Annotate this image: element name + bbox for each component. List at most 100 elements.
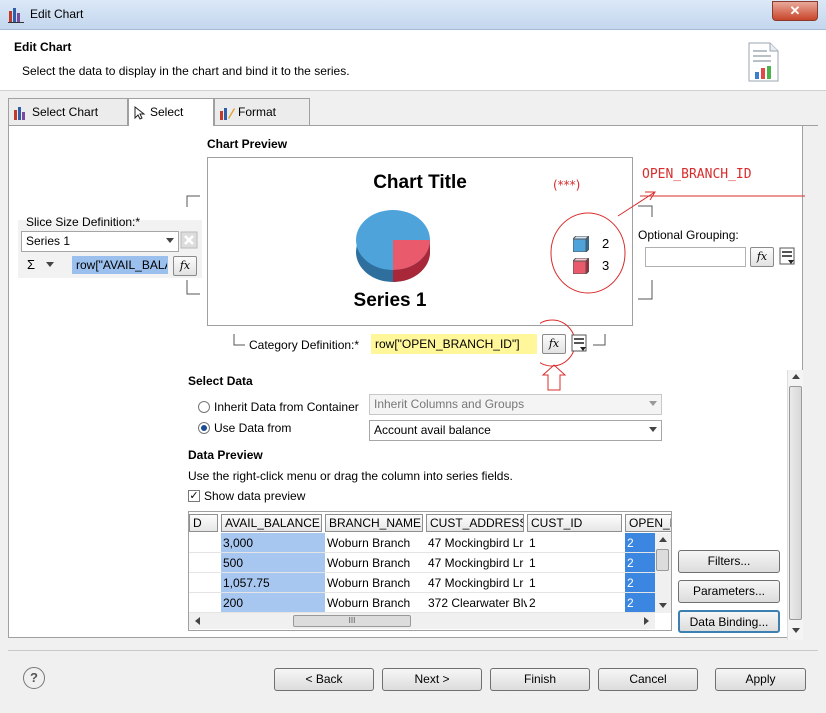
series-select[interactable]: Series 1 [21, 231, 179, 252]
panel-vscrollbar[interactable] [787, 370, 803, 640]
tab-select-data[interactable]: Select Data [128, 98, 214, 145]
wizard-header: Edit Chart Select the data to display in… [0, 30, 826, 91]
category-fx-button[interactable]: fx [542, 334, 566, 354]
tab-format-chart[interactable]: Format Chart [214, 98, 310, 145]
table-cell [189, 593, 221, 613]
table-cell: 2 [625, 553, 655, 573]
back-button[interactable]: < Back [274, 668, 374, 691]
scroll-down-icon[interactable] [659, 603, 667, 609]
table-cell: 200 [221, 593, 325, 613]
help-icon[interactable]: ? [23, 667, 45, 689]
table-row[interactable]: 200 Woburn Branch 372 Clearwater Blv 2 2 [189, 593, 655, 613]
column-header[interactable]: BRANCH_NAME [325, 514, 423, 532]
table-hscroll-thumb[interactable]: III [293, 615, 411, 627]
table-row[interactable]: 500 Woburn Branch 47 Mockingbird Lr 1 2 [189, 553, 655, 573]
data-preview-heading: Data Preview [188, 448, 263, 462]
filters-button[interactable]: Filters... [678, 550, 780, 573]
table-cell: Woburn Branch [325, 553, 426, 573]
dataset-select-value: Account avail balance [374, 423, 491, 437]
category-dropdown-icon[interactable] [571, 334, 589, 354]
data-binding-button[interactable]: Data Binding... [678, 610, 780, 633]
table-hscrollbar[interactable]: III [189, 613, 655, 629]
table-cell: Woburn Branch [325, 573, 426, 593]
table-cell: 1 [527, 553, 625, 573]
page-title: Edit Chart [14, 40, 72, 54]
scroll-up-icon[interactable] [659, 537, 667, 543]
select-data-icon [134, 105, 146, 120]
table-cell: 372 Clearwater Blv [426, 593, 527, 613]
delete-series-icon[interactable] [180, 231, 198, 249]
chart-document-icon [748, 42, 779, 82]
chevron-down-icon [649, 427, 657, 432]
use-data-radio[interactable] [198, 422, 210, 434]
chart-preview-heading: Chart Preview [207, 137, 288, 151]
scroll-up-icon[interactable] [792, 374, 800, 380]
inherit-columns-value: Inherit Columns and Groups [374, 397, 525, 411]
table-cell: 2 [625, 573, 655, 593]
dataset-select[interactable]: Account avail balance [369, 420, 662, 441]
inherit-data-radio[interactable] [198, 401, 210, 413]
slice-size-label: Slice Size Definition:* [26, 215, 141, 229]
table-cell: 500 [221, 553, 325, 573]
data-preview-hint: Use the right-click menu or drag the col… [188, 469, 513, 483]
table-vscrollbar[interactable] [655, 533, 671, 613]
close-button[interactable]: ✕ [772, 1, 818, 21]
table-cell: 2 [527, 593, 625, 613]
column-header[interactable]: OPEN_B [625, 514, 671, 532]
fx-icon: fx [756, 250, 768, 263]
select-data-heading: Select Data [188, 374, 253, 388]
table-cell: 1 [527, 533, 625, 553]
table-cell: 3,000 [221, 533, 325, 553]
table-cell: 2 [625, 533, 655, 553]
scroll-left-icon[interactable] [195, 617, 201, 625]
inherit-data-label: Inherit Data from Container [214, 400, 359, 414]
category-definition-label: Category Definition:* [249, 338, 360, 352]
use-data-label: Use Data from [214, 421, 292, 435]
parameters-button[interactable]: Parameters... [678, 580, 780, 603]
aggregate-chevron-icon[interactable] [46, 262, 55, 268]
tab-bar: Select Chart Type Select Data Format Cha… [8, 98, 818, 145]
next-button[interactable]: Next > [382, 668, 482, 691]
column-header[interactable]: CUST_ID [527, 514, 622, 532]
table-cell: 1 [527, 573, 625, 593]
table-cell [189, 533, 221, 553]
format-chart-icon [220, 107, 235, 120]
table-vscroll-thumb[interactable] [656, 549, 669, 571]
chart-type-icon [14, 106, 25, 120]
slice-expression-input[interactable]: row["AVAIL_BALA [72, 256, 168, 274]
grouping-fx-button[interactable]: fx [750, 247, 774, 267]
scroll-right-icon[interactable] [644, 617, 650, 625]
inherit-columns-select: Inherit Columns and Groups [369, 394, 662, 415]
table-row[interactable]: 1,057.75 Woburn Branch 47 Mockingbird Lr… [189, 573, 655, 593]
scroll-down-icon[interactable] [792, 628, 800, 634]
fx-icon: fx [548, 337, 560, 350]
table-cell: 47 Mockingbird Lr [426, 553, 527, 573]
slice-fx-button[interactable]: fx [173, 256, 197, 276]
data-preview-table: D AVAIL_BALANCE BRANCH_NAME CUST_ADDRESS… [188, 511, 672, 631]
cancel-button[interactable]: Cancel [598, 668, 698, 691]
apply-button[interactable]: Apply [715, 668, 806, 691]
series-label: Series 1 [353, 290, 427, 311]
finish-button[interactable]: Finish [490, 668, 590, 691]
optional-grouping-label: Optional Grouping: [638, 228, 739, 242]
tab-select-chart-type[interactable]: Select Chart Type [8, 98, 128, 145]
column-header[interactable]: D [189, 514, 218, 532]
optional-grouping-input[interactable] [645, 247, 746, 267]
annotation-drawing [540, 191, 805, 391]
show-preview-checkbox[interactable]: ✓ [188, 490, 200, 502]
column-header[interactable]: AVAIL_BALANCE [221, 514, 322, 532]
table-cell: 47 Mockingbird Lr [426, 573, 527, 593]
table-cell [189, 553, 221, 573]
show-preview-label: Show data preview [204, 489, 306, 503]
sigma-icon[interactable]: Σ [27, 257, 35, 272]
panel-vscroll-thumb[interactable] [789, 386, 802, 620]
table-cell: Woburn Branch [325, 593, 426, 613]
title-bar: Edit Chart ✕ [0, 0, 826, 30]
table-row[interactable]: 3,000 Woburn Branch 47 Mockingbird Lr 1 … [189, 533, 655, 553]
table-cell [189, 573, 221, 593]
table-cell: 2 [625, 593, 655, 613]
window-title: Edit Chart [30, 7, 84, 21]
grouping-dropdown-icon[interactable] [779, 247, 797, 267]
column-header[interactable]: CUST_ADDRESS [426, 514, 524, 532]
category-expression-input[interactable]: row["OPEN_BRANCH_ID"] [371, 334, 537, 354]
